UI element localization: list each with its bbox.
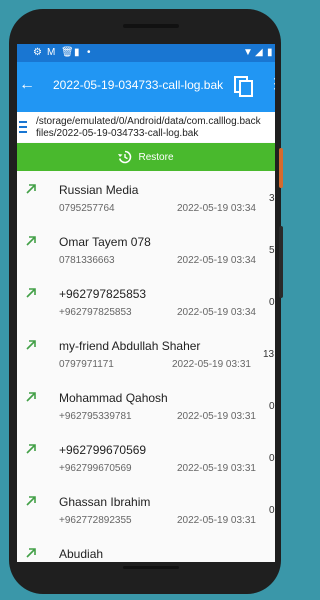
file-path: /storage/emulated/0/Android/data/com.cal… — [36, 116, 261, 140]
outgoing-call-icon — [26, 288, 36, 298]
earpiece — [123, 24, 179, 28]
gmail-icon: M — [47, 47, 56, 58]
wifi-icon: ▼ — [243, 47, 253, 58]
file-path-row: /storage/emulated/0/Android/data/com.cal… — [17, 112, 275, 142]
list-item[interactable]: +962797825853 +962797825853 2022-05-19 0… — [17, 275, 275, 327]
power-button — [279, 148, 283, 188]
app-bar: ← 2022-05-19-034733-call-log.bak ⋮ — [17, 62, 275, 112]
outgoing-call-icon — [26, 444, 36, 454]
list-item[interactable]: +962799670569 +962799670569 2022-05-19 0… — [17, 431, 275, 483]
battery-icon: ▮ — [267, 47, 273, 58]
call-name: Russian Media — [59, 183, 139, 197]
call-date: 2022-05-19 03:31 — [177, 463, 256, 474]
call-duration: 13 — [263, 349, 275, 360]
call-number: +962797825853 — [59, 307, 132, 318]
list-item[interactable]: my-friend Abdullah Shaher 0797971171 202… — [17, 327, 275, 379]
menu-icon[interactable] — [19, 120, 27, 134]
call-date: 2022-05-19 03:31 — [177, 515, 256, 526]
list-item[interactable]: Omar Tayem 078 0781336663 2022-05-19 03:… — [17, 223, 275, 275]
outgoing-call-icon — [26, 340, 36, 350]
call-number: 0795257764 — [59, 203, 115, 214]
call-name: Abudiah — [59, 547, 104, 561]
volume-button — [279, 226, 283, 298]
call-number: +962795339781 — [59, 411, 132, 422]
outgoing-call-icon — [26, 392, 36, 402]
call-number: +962772892355 — [59, 515, 132, 526]
signal-icon: ◢ — [255, 47, 263, 58]
restore-button[interactable]: Restore — [17, 143, 275, 171]
list-item[interactable]: Mohammad Qahosh +962795339781 2022-05-19… — [17, 379, 275, 431]
outgoing-call-icon — [26, 548, 36, 558]
call-duration: 0 — [269, 453, 275, 464]
call-date: 2022-05-19 03:34 — [177, 203, 256, 214]
call-number: +962799670569 — [59, 463, 132, 474]
call-duration: 5 — [269, 245, 275, 256]
call-duration: 0 — [269, 297, 275, 308]
more-vert-icon[interactable]: ⋮ — [268, 75, 275, 92]
call-date: 2022-05-19 03:34 — [177, 307, 256, 318]
page-title: 2022-05-19-034733-call-log.bak — [53, 78, 224, 92]
dot-icon: • — [87, 47, 91, 58]
call-duration: 0 — [269, 505, 275, 516]
restore-history-icon — [118, 150, 132, 164]
file-path-line1: /storage/emulated/0/Android/data/com.cal… — [36, 116, 261, 127]
call-date: 2022-05-19 03:31 — [177, 411, 256, 422]
back-arrow-icon[interactable]: ← — [19, 76, 35, 94]
call-duration: 0 — [269, 401, 275, 412]
sd-card-icon: ▮ — [74, 47, 80, 58]
file-path-line2: files/2022-05-19-034733-call-log.bak — [36, 128, 199, 139]
trash-icon: 🗑 — [61, 47, 74, 58]
call-name: my-friend Abdullah Shaher — [59, 339, 201, 353]
list-item[interactable]: Abudiah — [17, 535, 275, 562]
call-name: +962797825853 — [59, 287, 147, 301]
call-name: +962799670569 — [59, 443, 147, 457]
gear-icon: ⚙ — [33, 47, 42, 58]
call-name: Omar Tayem 078 — [59, 235, 151, 249]
list-item[interactable]: Ghassan Ibrahim +962772892355 2022-05-19… — [17, 483, 275, 535]
call-date: 2022-05-19 03:34 — [177, 255, 256, 266]
status-bar: ⚙ M 🗑 ▮ • ▼ ◢ ▮ — [17, 44, 275, 62]
call-number: 0781336663 — [59, 255, 115, 266]
call-date: 2022-05-19 03:31 — [172, 359, 251, 370]
screen: ⚙ M 🗑 ▮ • ▼ ◢ ▮ ← 2022-05-19-034733-call… — [17, 44, 275, 562]
copy-icon[interactable] — [234, 76, 254, 98]
outgoing-call-icon — [26, 184, 36, 194]
call-number: 0797971171 — [59, 359, 114, 370]
home-indicator — [123, 566, 179, 569]
call-name: Mohammad Qahosh — [59, 391, 168, 405]
call-name: Ghassan Ibrahim — [59, 495, 151, 509]
restore-label: Restore — [138, 151, 174, 163]
outgoing-call-icon — [26, 496, 36, 506]
call-duration: 3 — [269, 193, 275, 204]
outgoing-call-icon — [26, 236, 36, 246]
list-item[interactable]: Russian Media 0795257764 2022-05-19 03:3… — [17, 171, 275, 223]
